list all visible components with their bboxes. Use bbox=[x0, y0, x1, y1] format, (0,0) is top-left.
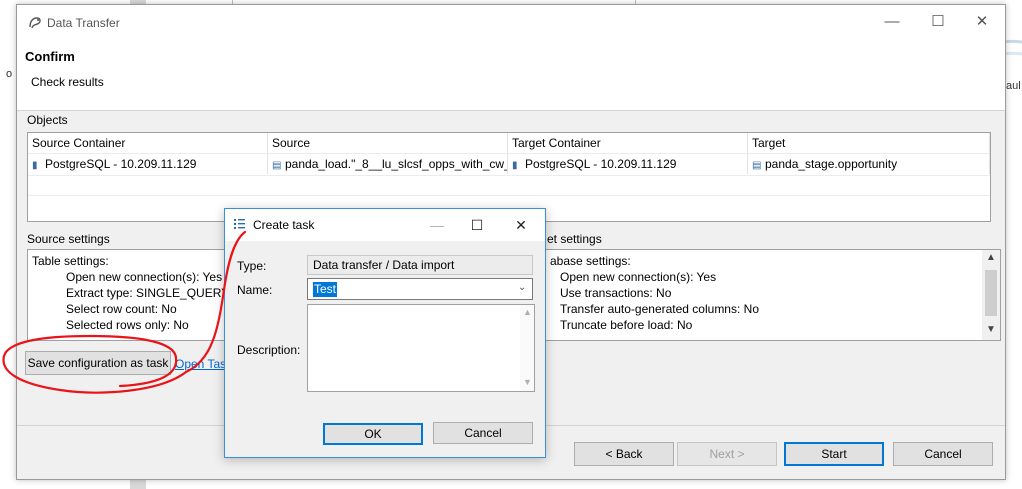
task-list-icon bbox=[233, 217, 247, 234]
source-settings-label: Source settings bbox=[27, 232, 110, 246]
start-button[interactable]: Start bbox=[784, 442, 884, 466]
table-cell-source[interactable]: ▤ panda_load."_8__lu_slcsf_opps_with_cw_.… bbox=[268, 154, 508, 174]
database-icon: ▮ bbox=[512, 160, 518, 171]
modal-close-button[interactable]: ✕ bbox=[501, 209, 541, 241]
cell-text: panda_load."_8__lu_slcsf_opps_with_cw_..… bbox=[285, 157, 508, 171]
modal-cancel-button[interactable]: Cancel bbox=[433, 422, 533, 444]
save-configuration-button[interactable]: Save configuration as task bbox=[25, 351, 171, 375]
target-settings-label: et settings bbox=[547, 232, 602, 246]
type-label: Type: bbox=[237, 259, 267, 273]
name-input-value[interactable]: Test bbox=[313, 282, 338, 297]
create-task-title: Create task bbox=[253, 218, 315, 232]
window-title: Data Transfer bbox=[47, 16, 120, 30]
cell-text: panda_stage.opportunity bbox=[765, 157, 898, 171]
target-setting-line: Transfer auto-generated columns: No bbox=[560, 302, 759, 316]
description-scrollbar[interactable]: ▲ ▼ bbox=[520, 305, 534, 391]
modal-maximize-button[interactable]: ☐ bbox=[457, 209, 497, 241]
source-setting-line: Select row count: No bbox=[66, 302, 177, 316]
scrollbar-thumb[interactable] bbox=[985, 270, 997, 316]
database-icon: ▮ bbox=[32, 160, 38, 171]
target-settings-scrollbar[interactable]: ▲ ▼ bbox=[982, 250, 1000, 340]
table-cell-source-container[interactable]: ▮ PostgreSQL - 10.209.11.129 bbox=[28, 154, 268, 174]
page-subtitle: Check results bbox=[31, 75, 104, 89]
description-textarea[interactable]: ▲ ▼ bbox=[307, 304, 535, 392]
cell-text: PostgreSQL - 10.209.11.129 bbox=[525, 157, 677, 171]
background-text-fragment-right: aul bbox=[1006, 80, 1021, 92]
source-setting-line: Selected rows only: No bbox=[66, 318, 189, 332]
create-task-title-bar: Create task — ☐ ✕ bbox=[225, 209, 545, 241]
column-header-source[interactable]: Source bbox=[268, 133, 508, 153]
source-setting-line: Extract type: SINGLE_QUERY bbox=[66, 286, 230, 300]
target-settings-heading: abase settings: bbox=[550, 254, 631, 268]
table-icon: ▤ bbox=[752, 160, 762, 171]
target-setting-line: Truncate before load: No bbox=[560, 318, 693, 332]
source-setting-line: Open new connection(s): Yes bbox=[66, 270, 223, 284]
objects-group-label: Objects bbox=[27, 113, 68, 127]
create-task-dialog: Create task — ☐ ✕ Type: Data transfer / … bbox=[224, 208, 546, 458]
page-header: Confirm Check results bbox=[17, 41, 1005, 111]
scroll-down-icon[interactable]: ▼ bbox=[523, 377, 532, 387]
name-combobox[interactable]: Test ⌄ bbox=[307, 278, 533, 300]
ok-button[interactable]: OK bbox=[323, 423, 423, 445]
name-label: Name: bbox=[237, 283, 273, 297]
target-setting-line: Open new connection(s): Yes bbox=[560, 270, 717, 284]
description-label: Description: bbox=[237, 343, 301, 357]
title-bar: Data Transfer — ☐ ✕ bbox=[17, 5, 1005, 41]
page-title: Confirm bbox=[25, 49, 75, 64]
source-settings-panel: Table settings: Open new connection(s): … bbox=[27, 249, 230, 341]
minimize-button[interactable]: — bbox=[869, 5, 915, 41]
table-cell-target[interactable]: ▤ panda_stage.opportunity bbox=[748, 154, 990, 174]
scroll-up-icon[interactable]: ▲ bbox=[523, 307, 532, 317]
back-button[interactable]: < Back bbox=[574, 442, 674, 466]
close-button[interactable]: ✕ bbox=[959, 5, 1005, 41]
table-cell-target-container[interactable]: ▮ PostgreSQL - 10.209.11.129 bbox=[508, 154, 748, 174]
dbeaver-app-icon bbox=[27, 15, 43, 31]
target-setting-line: Use transactions: No bbox=[560, 286, 672, 300]
target-settings-panel: abase settings: Open new connection(s): … bbox=[539, 249, 1001, 341]
type-field: Data transfer / Data import bbox=[307, 255, 533, 275]
modal-minimize-button[interactable]: — bbox=[417, 209, 457, 241]
cancel-button[interactable]: Cancel bbox=[893, 442, 993, 466]
row-divider bbox=[28, 195, 990, 196]
row-divider bbox=[28, 175, 990, 176]
column-header-source-container[interactable]: Source Container bbox=[28, 133, 268, 153]
source-settings-heading: Table settings: bbox=[32, 254, 109, 268]
maximize-button[interactable]: ☐ bbox=[915, 5, 961, 41]
column-header-target[interactable]: Target bbox=[748, 133, 990, 153]
scroll-down-icon[interactable]: ▼ bbox=[986, 324, 996, 335]
table-icon: ▤ bbox=[272, 160, 282, 171]
column-header-target-container[interactable]: Target Container bbox=[508, 133, 748, 153]
background-text-fragment: o bbox=[6, 68, 13, 80]
next-button[interactable]: Next > bbox=[677, 442, 777, 466]
chevron-down-icon[interactable]: ⌄ bbox=[518, 282, 526, 293]
scroll-up-icon[interactable]: ▲ bbox=[986, 252, 996, 263]
cell-text: PostgreSQL - 10.209.11.129 bbox=[45, 157, 197, 171]
